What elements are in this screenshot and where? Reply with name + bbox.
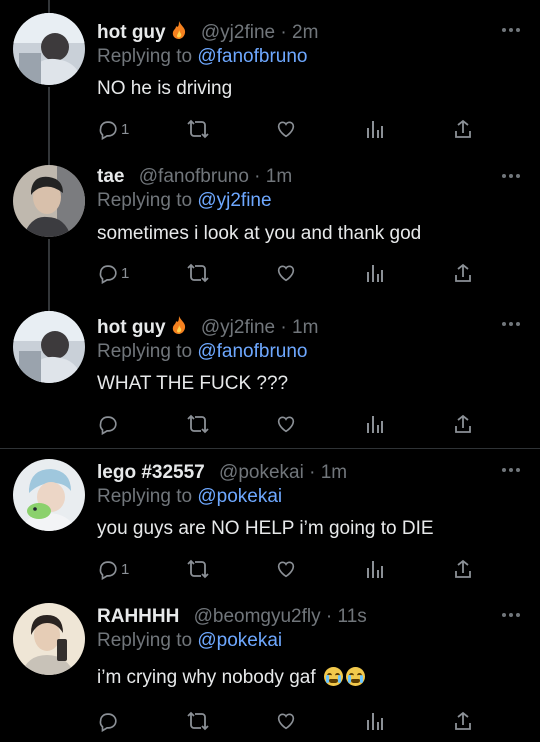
reply-button[interactable] — [97, 709, 121, 733]
separator-dot: · — [325, 606, 333, 627]
loudly-crying-face-icon — [323, 667, 343, 686]
tweet[interactable]: RAHHHH @beomgyu2fly · 11s Replying to @p… — [0, 0, 540, 742]
views-icon — [367, 713, 383, 730]
share-icon — [455, 711, 471, 730]
tweet-text: i’m crying why nobody gaf — [97, 666, 365, 690]
avatar[interactable] — [13, 603, 85, 675]
views-button[interactable] — [365, 709, 385, 733]
retweet-icon — [187, 711, 209, 731]
like-button[interactable] — [275, 709, 297, 733]
retweet-button[interactable] — [186, 709, 210, 733]
loudly-crying-face-icon — [345, 667, 365, 686]
reply-icon — [99, 713, 117, 732]
like-icon — [277, 713, 295, 730]
share-button[interactable] — [453, 709, 473, 733]
user-handle[interactable]: @beomgyu2fly — [194, 606, 321, 627]
timestamp[interactable]: 11s — [338, 606, 367, 627]
mention-link[interactable]: @pokekai — [197, 630, 282, 651]
more-icon[interactable] — [500, 611, 522, 619]
display-name[interactable]: RAHHHH — [97, 606, 179, 627]
replying-to: Replying to @pokekai — [97, 630, 283, 651]
